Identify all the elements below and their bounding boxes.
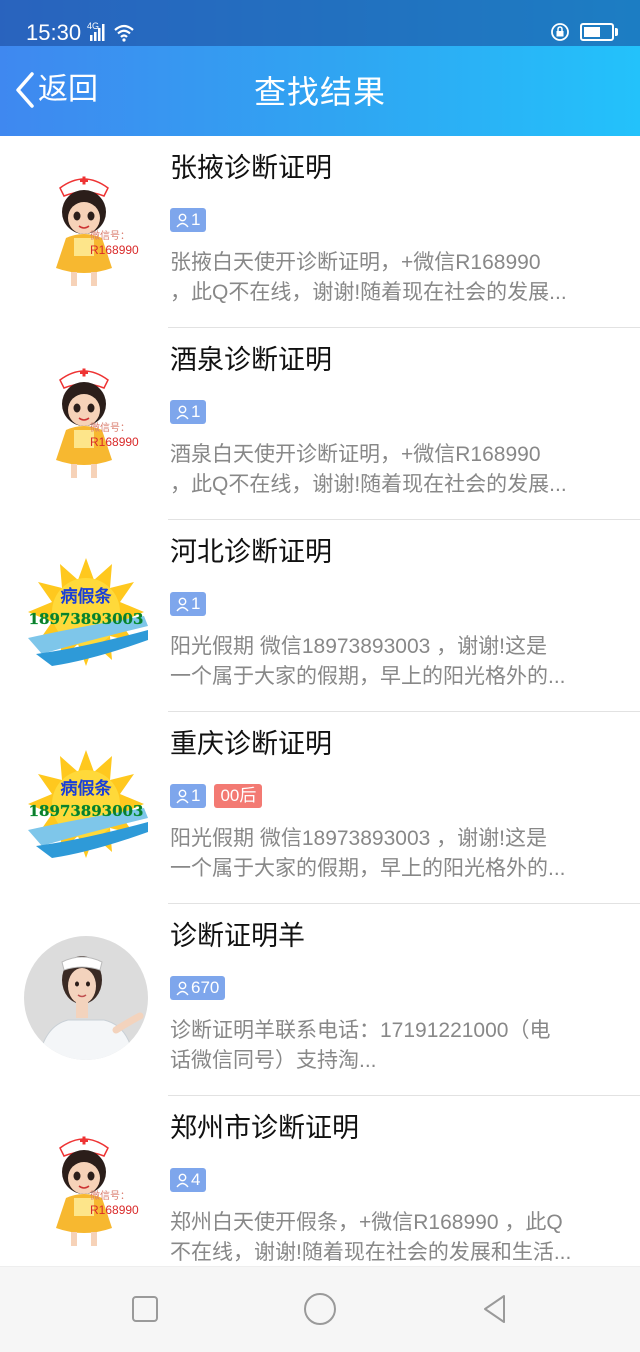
tags: 4	[170, 1168, 207, 1192]
description-line: 诊断证明羊联系电话：17191221000（电	[170, 1019, 551, 1042]
person-icon	[176, 789, 189, 803]
description-line: 一个属于大家的假期，早上的阳光格外的...	[170, 665, 566, 688]
avatar-text: 病假条	[61, 778, 113, 799]
age-tag: 00后	[214, 784, 263, 808]
result-list: 微信号： R168990 张掖诊断证明 1 张掖白天使开诊断证明，+微信R168…	[0, 136, 640, 1288]
result-name: 张掖诊断证明	[170, 153, 332, 183]
description-line: 郑州白天使开假条，+微信R168990 ，此Q	[170, 1211, 563, 1234]
avatar: 微信号： R168990	[22, 358, 150, 486]
sun-logo-icon: 病假条 18973893003	[28, 558, 148, 666]
network-type: 4G	[87, 21, 99, 31]
description-line: 阳光假期 微信18973893003 ，谢谢!这是	[170, 635, 547, 658]
circle-icon[interactable]	[302, 1291, 338, 1327]
avatar-text: 18973893003	[29, 802, 144, 820]
tags: 1	[170, 592, 207, 616]
avatar: 病假条 18973893003	[22, 742, 150, 870]
description-line: ，此Q不在线，谢谢!随着现在社会的发展...	[170, 473, 567, 496]
result-name: 重庆诊断证明	[170, 729, 332, 759]
member-count-badge: 1	[170, 592, 207, 616]
page-title: 查找结果	[253, 74, 386, 110]
person-icon	[176, 405, 189, 419]
description-line: 一个属于大家的假期，早上的阳光格外的...	[170, 857, 566, 880]
nurse-cartoon-icon: 微信号： R168990	[56, 176, 139, 286]
person-icon	[176, 981, 189, 995]
result-item[interactable]: 微信号： R168990 酒泉诊断证明 1 酒泉白天使开诊断证明，+微信R168…	[0, 328, 640, 520]
result-item[interactable]: 微信号： R168990 张掖诊断证明 1 张掖白天使开诊断证明，+微信R168…	[0, 136, 640, 328]
person-icon	[176, 213, 189, 227]
result-name: 诊断证明羊	[170, 921, 305, 951]
description-line: 不在线，谢谢!随着现在社会的发展和生活...	[170, 1241, 572, 1264]
result-item[interactable]: 微信号： R168990 郑州市诊断证明 4 郑州白天使开假条，+微信R1689…	[0, 1096, 640, 1288]
nav-bar: 返回 查找结果	[0, 46, 640, 136]
member-count-badge: 1	[170, 400, 207, 424]
result-description: 酒泉白天使开诊断证明，+微信R168990 ，此Q不在线，谢谢!随着现在社会的发…	[170, 440, 600, 500]
member-count-badge: 1	[170, 784, 207, 808]
member-count-badge: 670	[170, 976, 226, 1000]
header: 15:30 4G 返回 查找结果	[0, 0, 640, 136]
result-item[interactable]: 病假条 18973893003 重庆诊断证明 1 00后 阳光假期 微信1897…	[0, 712, 640, 904]
member-count: 670	[191, 978, 220, 997]
member-count: 1	[191, 786, 201, 805]
avatar: 微信号： R168990	[22, 1126, 150, 1254]
result-name: 河北诊断证明	[170, 537, 332, 567]
description-line: 阳光假期 微信18973893003 ，谢谢!这是	[170, 827, 547, 850]
nurse-photo-icon	[24, 936, 148, 1060]
member-count: 1	[191, 594, 201, 613]
rotation-lock-icon	[551, 23, 569, 41]
tags: 1	[170, 208, 207, 232]
member-count-badge: 4	[170, 1168, 207, 1192]
member-count: 1	[191, 210, 201, 229]
avatar: 微信号： R168990	[22, 166, 150, 294]
square-icon[interactable]	[127, 1291, 163, 1327]
sun-logo-icon: 病假条 18973893003	[28, 750, 148, 858]
tags: 1	[170, 400, 207, 424]
description-line: 张掖白天使开诊断证明，+微信R168990	[170, 251, 541, 274]
avatar-text: 微信号：	[90, 229, 130, 242]
result-item[interactable]: 病假条 18973893003 河北诊断证明 1 阳光假期 微信18973893…	[0, 520, 640, 712]
triangle-back-icon[interactable]	[477, 1291, 513, 1327]
avatar	[22, 934, 150, 1062]
avatar-text: R168990	[90, 1203, 139, 1217]
tags: 1 00后	[170, 784, 263, 808]
avatar-text: 18973893003	[29, 610, 144, 628]
avatar-text: R168990	[90, 435, 139, 449]
avatar-text: 微信号：	[90, 421, 130, 434]
status-time: 15:30	[26, 20, 82, 45]
result-description: 郑州白天使开假条，+微信R168990 ，此Q 不在线，谢谢!随着现在社会的发展…	[170, 1208, 600, 1268]
avatar-text: 微信号：	[90, 1189, 130, 1202]
result-description: 张掖白天使开诊断证明，+微信R168990 ，此Q不在线，谢谢!随着现在社会的发…	[170, 248, 600, 308]
system-nav-bar	[0, 1266, 640, 1352]
description-line: 酒泉白天使开诊断证明，+微信R168990	[170, 443, 541, 466]
avatar: 病假条 18973893003	[22, 550, 150, 678]
result-name: 郑州市诊断证明	[170, 1113, 359, 1143]
result-description: 阳光假期 微信18973893003 ，谢谢!这是 一个属于大家的假期，早上的阳…	[170, 824, 600, 884]
result-name: 酒泉诊断证明	[170, 345, 332, 375]
result-item[interactable]: 诊断证明羊 670 诊断证明羊联系电话：17191221000（电 话微信同号）…	[0, 904, 640, 1096]
member-count-badge: 1	[170, 208, 207, 232]
signal-wifi-icon: 4G	[87, 21, 134, 42]
description-line: 话微信同号）支持淘...	[170, 1049, 377, 1072]
person-icon	[176, 1173, 189, 1187]
nurse-cartoon-icon: 微信号： R168990	[56, 1136, 139, 1246]
member-count: 4	[191, 1170, 201, 1189]
description-line: ，此Q不在线，谢谢!随着现在社会的发展...	[170, 281, 567, 304]
avatar-text: 病假条	[61, 586, 113, 607]
member-count: 1	[191, 402, 201, 421]
tags: 670	[170, 976, 226, 1000]
result-description: 诊断证明羊联系电话：17191221000（电 话微信同号）支持淘...	[170, 1016, 600, 1076]
person-icon	[176, 597, 189, 611]
avatar-text: R168990	[90, 243, 139, 257]
status-bar: 15:30 4G	[0, 0, 640, 46]
battery-icon	[580, 23, 618, 41]
nurse-cartoon-icon: 微信号： R168990	[56, 368, 139, 478]
result-description: 阳光假期 微信18973893003 ，谢谢!这是 一个属于大家的假期，早上的阳…	[170, 632, 600, 692]
